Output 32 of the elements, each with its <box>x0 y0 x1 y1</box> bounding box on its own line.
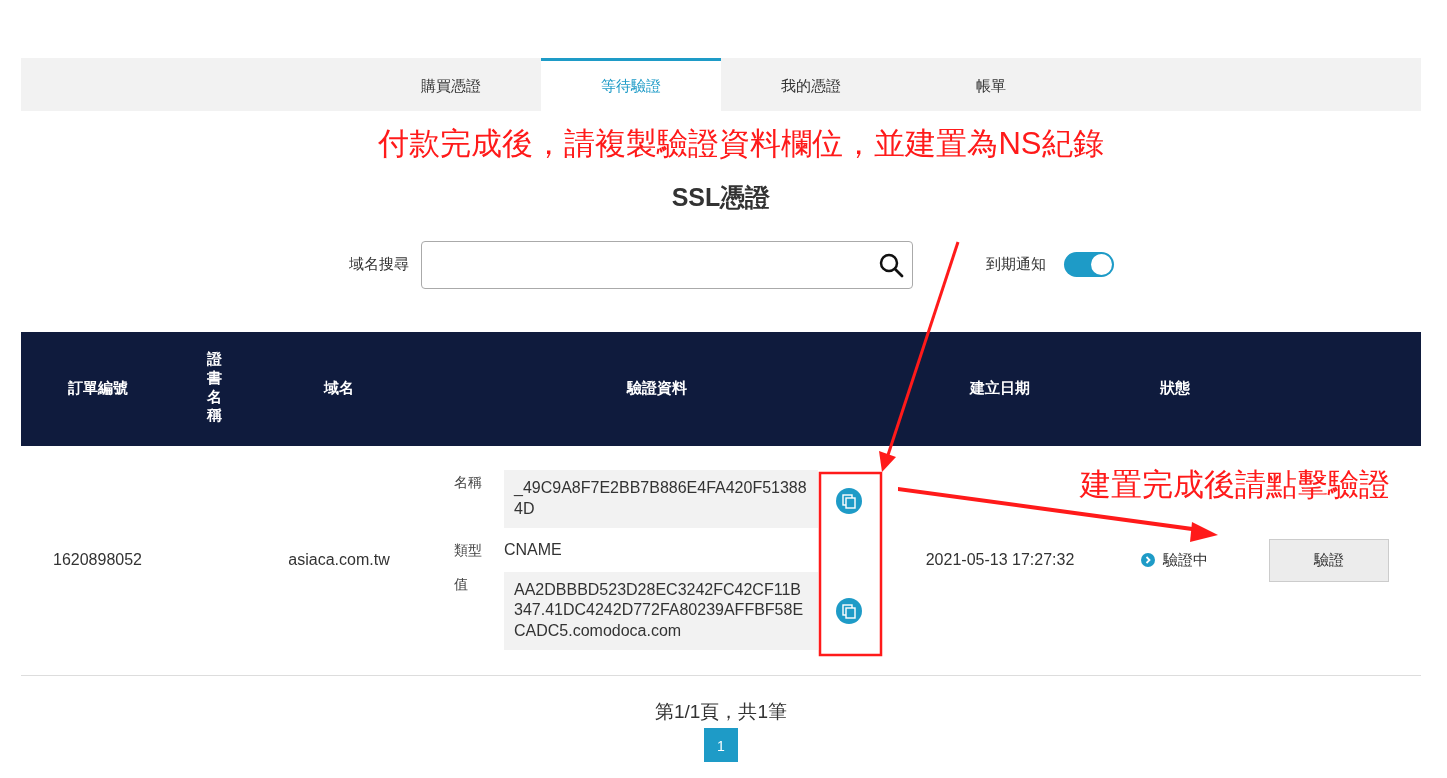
field-label: 名稱 <box>454 473 483 493</box>
field-label: 類型 <box>454 540 483 560</box>
pagination-summary: 第1/1頁，共1筆 <box>654 699 788 724</box>
status-text: 驗證中 <box>1163 549 1208 570</box>
notify-label: 到期通知 <box>986 254 1046 275</box>
created-date: 2021-05-13 17:27:32 <box>925 551 1075 569</box>
column-header: 證書名稱 <box>206 350 222 426</box>
page-title: SSL憑證 <box>670 182 772 214</box>
search-icon[interactable] <box>878 251 904 278</box>
column-header: 建立日期 <box>970 379 1030 397</box>
annotation-text: 建置完成後請點擊驗證 <box>1080 468 1390 503</box>
tab[interactable]: 購買憑證 <box>361 58 541 111</box>
domain-name: asiaca.com.tw <box>288 551 390 569</box>
column-header: 狀態 <box>1160 379 1190 397</box>
status-icon <box>1141 553 1155 568</box>
record-type: CNAME <box>504 540 562 558</box>
record-name: _49C9A8F7E2BB7B886E4FA420F513884D <box>504 470 818 528</box>
copy-icon[interactable] <box>836 488 862 515</box>
notify-toggle[interactable] <box>1064 252 1114 278</box>
tab[interactable]: 帳單 <box>901 58 1081 111</box>
column-header: 域名 <box>324 379 354 397</box>
column-header: 訂單編號 <box>67 379 128 397</box>
field-label: 值 <box>454 574 469 594</box>
search-field[interactable] <box>421 240 913 289</box>
record-value: AA2DBBBD523D28EC3242FC42CF11B347.41DC4242D772FA80239AFFBF58ECADC5.comodoca.com <box>504 571 818 651</box>
verify-button[interactable]: 驗證 <box>1269 538 1389 582</box>
column-header: 驗證資料 <box>626 379 687 397</box>
order-number: 1620898052 <box>53 551 142 569</box>
annotation-text: 付款完成後，請複製驗證資料欄位，並建置為NS紀錄 <box>377 127 1105 162</box>
search-label: 域名搜尋 <box>349 254 409 275</box>
tab[interactable]: 我的憑證 <box>721 58 901 111</box>
copy-icon[interactable] <box>836 597 862 624</box>
